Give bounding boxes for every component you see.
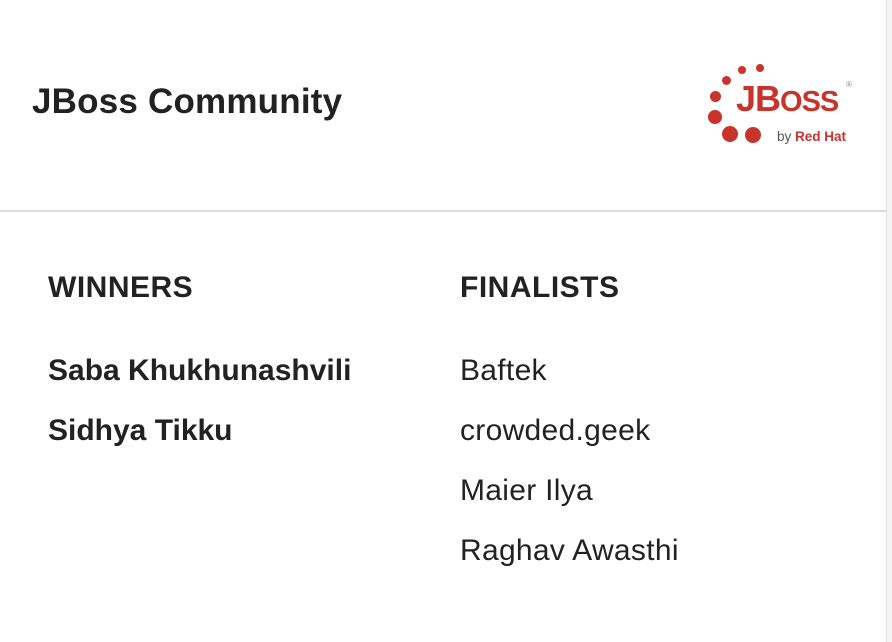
winner-name: Sidhya Tikku [48,414,233,447]
card-title: JBoss Community [32,82,343,121]
logo-dot [722,126,738,142]
finalist-name: crowded.geek [460,414,651,447]
logo-dot [738,66,746,74]
logo-wordmark: JBOSS [736,78,839,119]
page-edge [887,0,892,642]
winners-column: WINNERS Saba Khukhunashvili Sidhya Tikku [48,268,351,471]
logo-registered-mark: ® [846,80,852,89]
finalists-heading: FINALISTS [460,271,620,304]
card-header: JBoss Community JBOSS ® by Red Hat [0,0,887,212]
finalists-column: FINALISTS Baftek crowded.geek Maier Ilya… [460,268,679,591]
finalist-name: Maier Ilya [460,474,594,507]
logo-byline: by Red Hat [777,129,847,144]
logo-dot [745,127,761,143]
logo-dot [722,76,731,85]
community-card: JBoss Community JBOSS ® by Red Hat WINNE… [0,0,887,642]
logo-dot [708,110,722,124]
logo-dot [756,64,764,72]
finalist-name: Raghav Awasthi [460,534,679,567]
jboss-logo: JBOSS ® by Red Hat [700,58,860,153]
logo-dot [710,91,721,102]
winner-name: Saba Khukhunashvili [48,354,352,387]
winners-heading: WINNERS [48,271,194,304]
finalist-name: Baftek [460,354,547,387]
